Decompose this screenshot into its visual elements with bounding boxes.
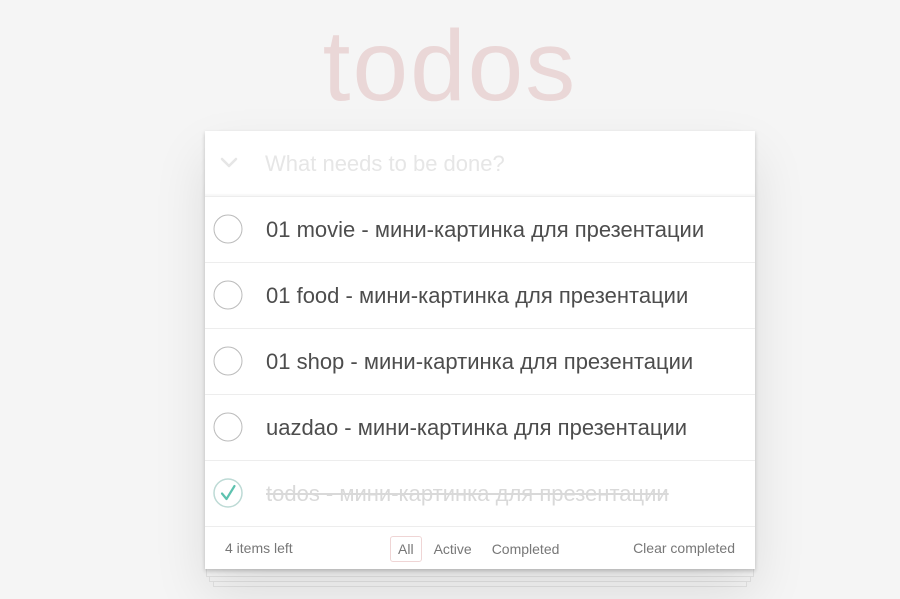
todo-footer: 4 items left All Active Completed Clear … bbox=[205, 527, 755, 569]
todo-title[interactable]: 01 movie - мини-картинка для презентации bbox=[266, 197, 743, 262]
checkmark-icon[interactable] bbox=[213, 478, 243, 508]
filter-all[interactable]: All bbox=[390, 536, 422, 562]
todo-item: uazdao - мини-картинка для презентации bbox=[205, 395, 755, 461]
filter-completed[interactable]: Completed bbox=[484, 536, 568, 562]
filter-active[interactable]: Active bbox=[426, 536, 480, 562]
todo-title[interactable]: uazdao - мини-картинка для презентации bbox=[266, 395, 743, 460]
filter-tabs: All Active Completed bbox=[390, 536, 567, 562]
todo-list: 01 movie - мини-картинка для презентации… bbox=[205, 197, 755, 527]
items-left-count: 4 items left bbox=[225, 540, 293, 556]
checkbox-empty-icon[interactable] bbox=[213, 214, 243, 244]
checkbox-empty-icon[interactable] bbox=[213, 346, 243, 376]
checkbox-empty-icon[interactable] bbox=[213, 412, 243, 442]
clear-completed-button[interactable]: Clear completed bbox=[633, 540, 735, 556]
new-todo-input[interactable] bbox=[265, 131, 745, 196]
todo-title[interactable]: todos - мини-картинка для презентации bbox=[266, 461, 743, 526]
checkbox-empty-icon[interactable] bbox=[213, 280, 243, 310]
todo-app-panel: 01 movie - мини-картинка для презентации… bbox=[205, 131, 755, 569]
todo-item: 01 movie - мини-картинка для презентации bbox=[205, 197, 755, 263]
todo-title[interactable]: 01 shop - мини-картинка для презентации bbox=[266, 329, 743, 394]
todo-item: 01 food - мини-картинка для презентации bbox=[205, 263, 755, 329]
app-title: todos bbox=[322, 10, 578, 122]
todo-item: 01 shop - мини-картинка для презентации bbox=[205, 329, 755, 395]
new-todo-header bbox=[205, 131, 755, 197]
chevron-down-icon[interactable] bbox=[215, 149, 243, 177]
todomvc-page: todos 01 movie - мини-картинка для презе… bbox=[0, 0, 900, 599]
todo-title[interactable]: 01 food - мини-картинка для презентации bbox=[266, 263, 743, 328]
todo-item-completed: todos - мини-картинка для презентации bbox=[205, 461, 755, 527]
